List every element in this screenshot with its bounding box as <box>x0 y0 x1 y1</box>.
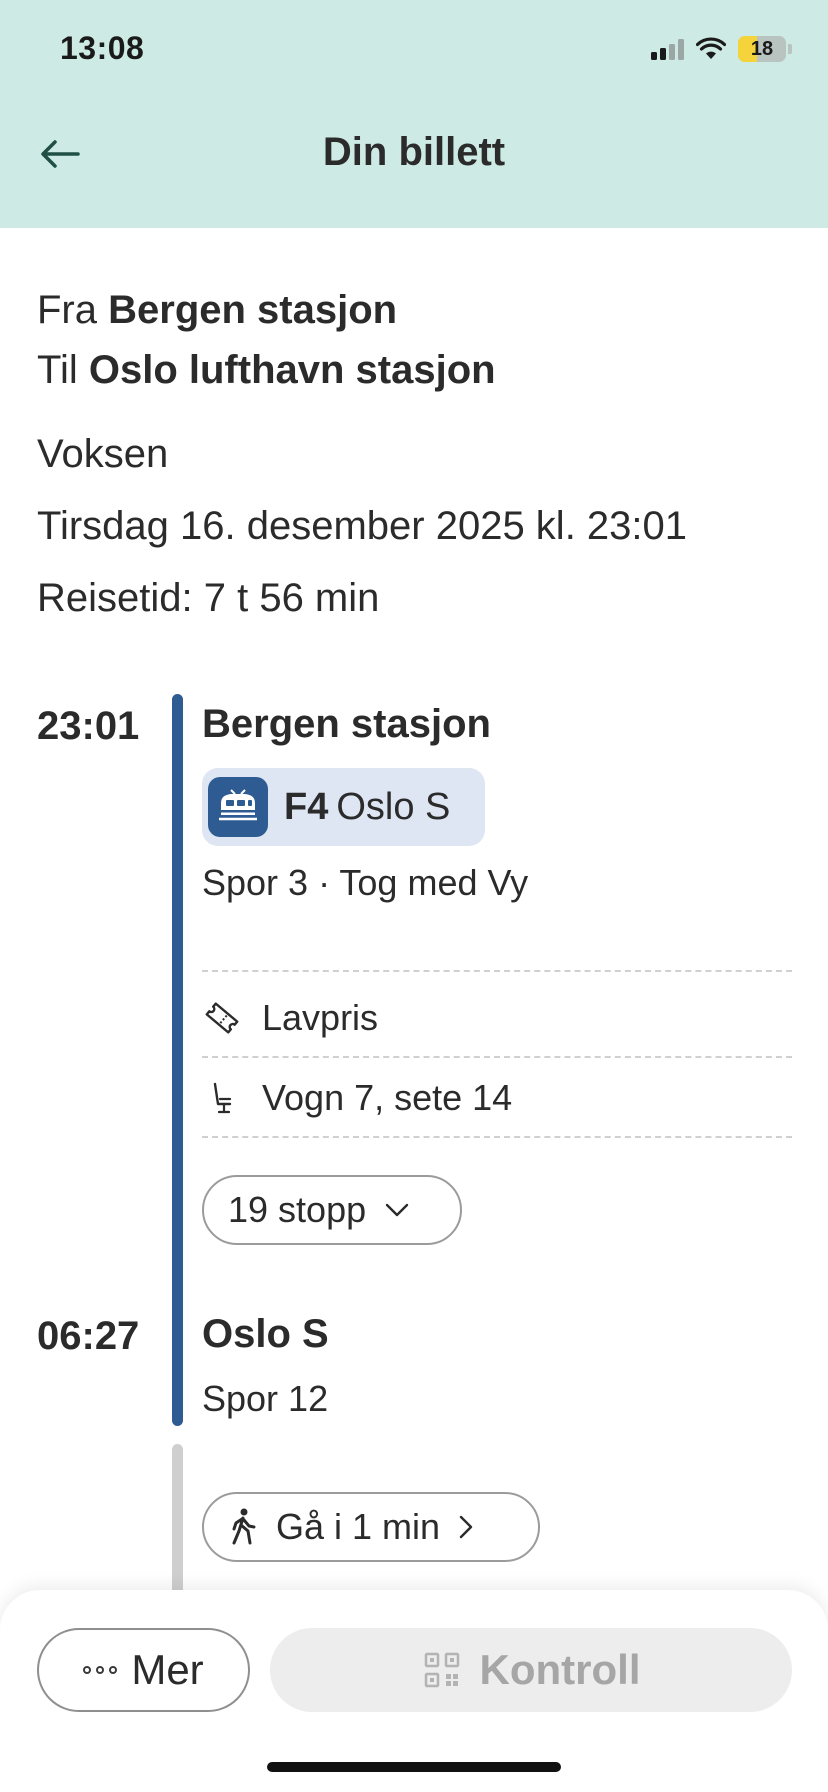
chevron-down-icon <box>385 1203 409 1217</box>
control-button[interactable]: Kontroll <box>270 1628 792 1712</box>
divider <box>202 1136 792 1138</box>
divider <box>202 1056 792 1058</box>
battery-level: 18 <box>750 38 774 60</box>
status-time: 13:08 <box>60 30 145 66</box>
stops-toggle[interactable]: 19 stopp <box>202 1175 462 1245</box>
more-dots-icon <box>83 1666 118 1674</box>
to-station: Oslo lufthavn stasjon <box>88 348 496 392</box>
from-label: Fra <box>37 288 97 332</box>
arrival-time: 06:27 <box>37 1314 140 1358</box>
to-row: Til Oslo lufthavn stasjon <box>37 340 797 400</box>
platform-operator: Spor 3 · Tog med Vy <box>202 862 529 903</box>
departure-station: Bergen stasjon <box>202 702 491 746</box>
to-label: Til <box>37 348 78 392</box>
walk-button[interactable]: Gå i 1 min <box>202 1492 540 1562</box>
page-title: Din billett <box>322 130 506 174</box>
qr-code-icon <box>424 1652 459 1688</box>
divider <box>202 970 792 972</box>
travel-time: Reisetid: 7 t 56 min <box>37 576 380 620</box>
status-icons: 18 <box>651 34 792 64</box>
train-leg-line <box>172 694 183 1426</box>
control-label: Kontroll <box>479 1646 641 1693</box>
train-icon <box>208 777 268 837</box>
more-label: Mer <box>131 1646 204 1693</box>
ticket-icon <box>205 1002 239 1034</box>
chevron-right-icon <box>459 1515 473 1539</box>
ticket-type: Lavpris <box>262 997 379 1038</box>
cellular-signal-icon <box>651 38 684 60</box>
ticket-screen: 13:08 18 Din billett Fra Bergen stasjon … <box>0 0 828 1792</box>
arrival-station: Oslo S <box>202 1312 329 1356</box>
stops-count: 19 stopp <box>228 1189 367 1230</box>
home-indicator <box>267 1762 561 1772</box>
line-code: F4 <box>284 785 329 828</box>
battery-tip <box>788 44 792 54</box>
line-destination: Oslo S <box>336 785 451 828</box>
walk-leg-line <box>172 1444 183 1604</box>
passenger-type: Voksen <box>37 432 169 476</box>
trip-datetime: Tirsdag 16. desember 2025 kl. 23:01 <box>37 504 688 548</box>
seat-icon <box>213 1082 232 1114</box>
departure-time: 23:01 <box>37 704 140 748</box>
walk-label: Gå i 1 min <box>276 1506 441 1547</box>
trip-summary: Fra Bergen stasjon Til Oslo lufthavn sta… <box>37 280 797 400</box>
battery-icon: 18 <box>738 36 786 62</box>
line-chip[interactable]: F4 Oslo S <box>202 768 485 846</box>
arrival-platform: Spor 12 <box>202 1378 329 1419</box>
more-button[interactable]: Mer <box>37 1628 250 1712</box>
wifi-icon <box>696 37 726 59</box>
header: 13:08 18 Din billett <box>0 0 828 228</box>
seat-row: Vogn 7, sete 14 <box>202 1073 512 1123</box>
from-station: Bergen stasjon <box>108 288 398 332</box>
ticket-type-row: Lavpris <box>202 993 378 1043</box>
walk-icon <box>232 1508 256 1545</box>
seat-info: Vogn 7, sete 14 <box>262 1077 513 1118</box>
from-row: Fra Bergen stasjon <box>37 280 797 340</box>
